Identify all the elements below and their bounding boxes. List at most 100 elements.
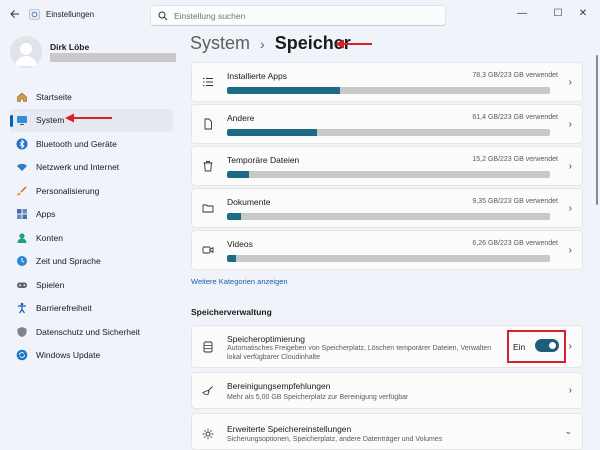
sidebar-item-label: System bbox=[36, 115, 65, 126]
search-icon bbox=[158, 11, 168, 21]
show-more-categories-link[interactable]: Weitere Kategorien anzeigen bbox=[191, 277, 288, 286]
sidebar-item-netzwerk[interactable]: Netzwerk und Internet bbox=[10, 156, 173, 180]
shield-icon bbox=[16, 326, 28, 338]
apps-icon bbox=[16, 208, 28, 220]
chevron-right-icon: › bbox=[568, 245, 572, 256]
user-name: Dirk Löbe bbox=[50, 42, 90, 52]
sidebar-item-label: Personalisierung bbox=[36, 185, 100, 196]
app-title: Einstellungen bbox=[46, 10, 95, 19]
chevron-right-icon: › bbox=[568, 77, 572, 88]
cleanup-description: Mehr als 5,00 GB Speicherplatz zur Berei… bbox=[227, 394, 409, 401]
bluetooth-icon bbox=[16, 138, 28, 150]
sidebar-item-barrierefreiheit[interactable]: Barrierefreiheit bbox=[10, 297, 173, 321]
usage-bar-fill bbox=[227, 255, 237, 262]
usage-bar-fill bbox=[227, 213, 241, 220]
storage-drive-icon bbox=[202, 341, 214, 353]
search-input[interactable] bbox=[174, 10, 424, 21]
usage-bar bbox=[227, 255, 550, 262]
sidebar-item-bluetooth[interactable]: Bluetooth und Geräte bbox=[10, 132, 173, 156]
cleanup-title: Bereinigungsempfehlungen bbox=[227, 381, 331, 391]
storage-sense-description-line2: lokal verfügbarer Cloudinhalte bbox=[227, 354, 320, 361]
video-icon bbox=[202, 244, 214, 256]
usage-bar bbox=[227, 87, 550, 94]
back-arrow-icon[interactable] bbox=[8, 7, 22, 21]
sidebar-item-zeit-und-sprache[interactable]: Zeit und Sprache bbox=[10, 250, 173, 274]
category-name: Videos bbox=[227, 239, 253, 249]
maximize-button[interactable]: ☐ bbox=[548, 5, 568, 21]
toggle-state-label: Ein bbox=[513, 342, 526, 352]
storage-sense-title: Speicheroptimierung bbox=[227, 334, 305, 344]
display-icon bbox=[16, 114, 28, 126]
usage-bar bbox=[227, 213, 550, 220]
settings-app-icon bbox=[29, 9, 40, 20]
usage-bar bbox=[227, 171, 550, 178]
update-icon bbox=[16, 349, 28, 361]
category-name: Andere bbox=[227, 113, 255, 123]
category-usage: 9,35 GB/223 GB verwendet bbox=[472, 198, 558, 205]
user-email-redacted bbox=[50, 53, 176, 62]
category-usage: 61,4 GB/223 GB verwendet bbox=[472, 114, 558, 121]
title-bar: Einstellungen — ☐ ✕ bbox=[0, 0, 600, 30]
folder-icon bbox=[202, 202, 214, 214]
sidebar-item-label: Zeit und Sprache bbox=[36, 256, 101, 267]
gear-icon bbox=[202, 428, 214, 440]
sidebar-item-label: Datenschutz und Sicherheit bbox=[36, 326, 140, 337]
brush-icon bbox=[16, 185, 28, 197]
list-icon bbox=[202, 76, 214, 88]
category-usage: 15,2 GB/223 GB verwendet bbox=[472, 156, 558, 163]
usage-bar-fill bbox=[227, 129, 318, 136]
sidebar-item-label: Spielen bbox=[36, 279, 65, 290]
cleanup-recommendations-card[interactable]: Bereinigungsempfehlungen Mehr als 5,00 G… bbox=[191, 372, 583, 409]
chevron-down-icon[interactable]: ⌄ bbox=[564, 426, 572, 437]
sidebar-item-spielen[interactable]: Spielen bbox=[10, 273, 173, 297]
sidebar-nav: Startseite System Bluetooth und Geräte N… bbox=[10, 85, 173, 367]
category-name: Installierte Apps bbox=[227, 71, 288, 81]
sidebar-item-label: Apps bbox=[36, 209, 56, 220]
red-arrow-annotation bbox=[65, 113, 112, 123]
storage-card-temporaere-dateien[interactable]: Temporäre Dateien 15,2 GB/223 GB verwend… bbox=[191, 146, 583, 186]
category-usage: 6,26 GB/223 GB verwendet bbox=[472, 240, 558, 247]
person-icon bbox=[16, 232, 28, 244]
chevron-right-icon: › bbox=[568, 341, 572, 352]
storage-card-andere[interactable]: Andere 61,4 GB/223 GB verwendet › bbox=[191, 104, 583, 144]
wifi-icon bbox=[16, 161, 28, 173]
sidebar-item-windows-update[interactable]: Windows Update bbox=[10, 344, 173, 368]
red-arrow-annotation bbox=[335, 39, 372, 49]
search-box[interactable] bbox=[150, 5, 446, 26]
breadcrumb: System › Speicher bbox=[190, 33, 351, 54]
storage-sense-description-line1: Automatisches Freigeben von Speicherplat… bbox=[227, 345, 492, 352]
gamepad-icon bbox=[16, 279, 28, 291]
category-name: Dokumente bbox=[227, 197, 271, 207]
advanced-title: Erweiterte Speichereinstellungen bbox=[227, 424, 352, 434]
sidebar-item-apps[interactable]: Apps bbox=[10, 203, 173, 227]
category-usage: 78,3 GB/223 GB verwendet bbox=[472, 72, 558, 79]
chevron-right-icon: › bbox=[568, 203, 572, 214]
avatar bbox=[10, 36, 42, 68]
accessibility-icon bbox=[16, 302, 28, 314]
storage-card-videos[interactable]: Videos 6,26 GB/223 GB verwendet › bbox=[191, 230, 583, 270]
trash-icon bbox=[202, 160, 214, 172]
sidebar-item-datenschutz[interactable]: Datenschutz und Sicherheit bbox=[10, 320, 173, 344]
globe-clock-icon bbox=[16, 255, 28, 267]
chevron-right-icon: › bbox=[568, 385, 572, 396]
close-button[interactable]: ✕ bbox=[573, 5, 593, 21]
minimize-button[interactable]: — bbox=[512, 5, 532, 21]
sidebar-item-konten[interactable]: Konten bbox=[10, 226, 173, 250]
storage-sense-toggle[interactable] bbox=[535, 339, 559, 352]
toggle-knob bbox=[549, 342, 556, 349]
usage-bar bbox=[227, 129, 550, 136]
usage-bar-fill bbox=[227, 171, 249, 178]
sidebar-item-personalisierung[interactable]: Personalisierung bbox=[10, 179, 173, 203]
home-icon bbox=[16, 91, 28, 103]
sidebar-item-label: Startseite bbox=[36, 91, 72, 102]
storage-card-installierte-apps[interactable]: Installierte Apps 78,3 GB/223 GB verwend… bbox=[191, 62, 583, 102]
breadcrumb-separator: › bbox=[260, 35, 265, 52]
sidebar-item-label: Konten bbox=[36, 232, 63, 243]
sidebar-item-startseite[interactable]: Startseite bbox=[10, 85, 173, 109]
breadcrumb-parent[interactable]: System bbox=[190, 33, 250, 54]
usage-bar-fill bbox=[227, 87, 341, 94]
scrollbar[interactable] bbox=[596, 55, 598, 205]
storage-card-dokumente[interactable]: Dokumente 9,35 GB/223 GB verwendet › bbox=[191, 188, 583, 228]
advanced-storage-settings-card[interactable]: Erweiterte Speichereinstellungen Sicheru… bbox=[191, 413, 583, 450]
chevron-right-icon: › bbox=[568, 161, 572, 172]
